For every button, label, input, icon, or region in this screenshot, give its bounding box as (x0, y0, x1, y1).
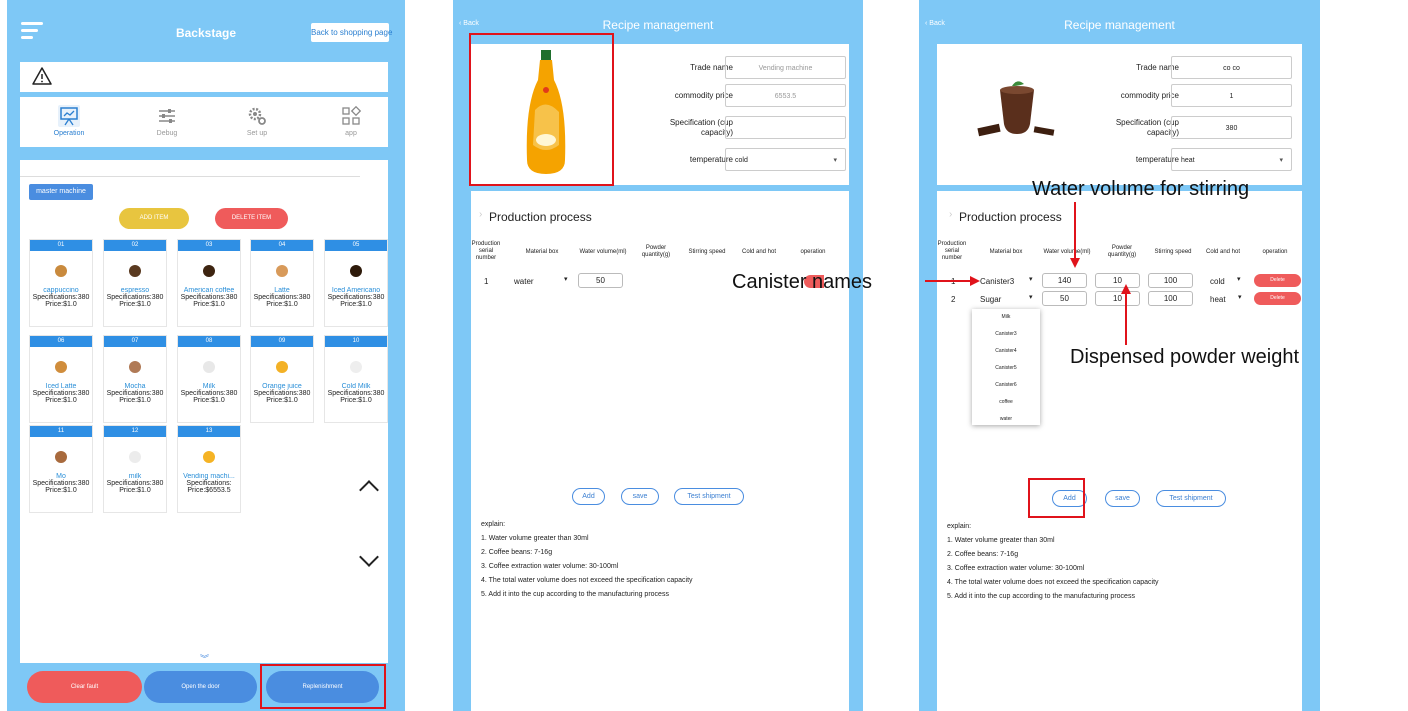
annotation-arrows (925, 202, 1131, 345)
